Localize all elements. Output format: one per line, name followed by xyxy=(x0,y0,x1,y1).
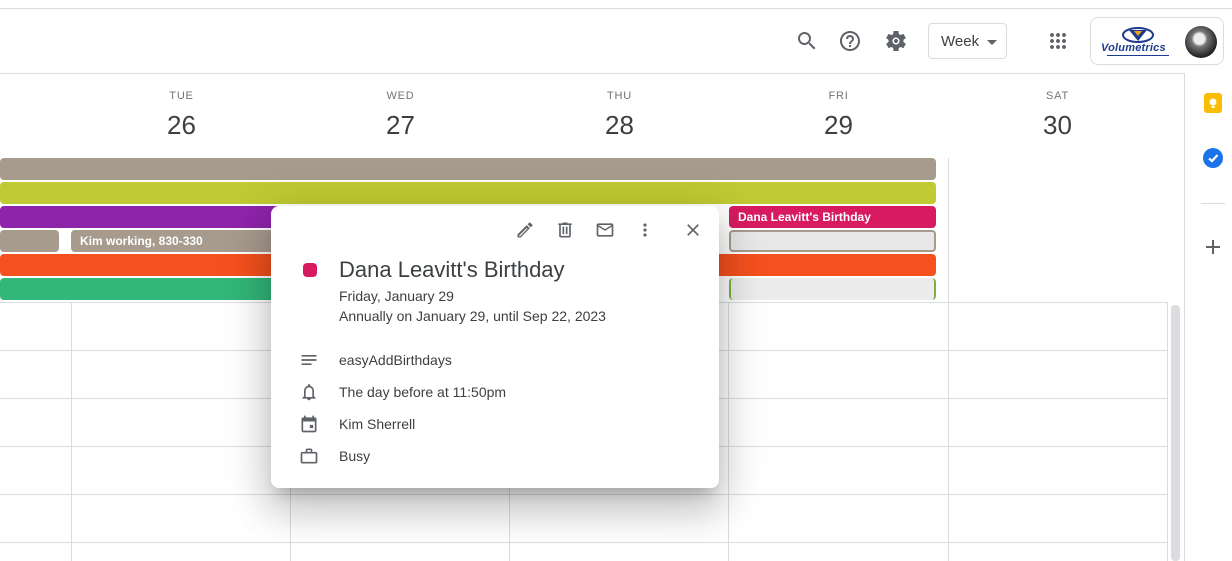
view-select-label: Week xyxy=(941,32,980,50)
more-options-button[interactable] xyxy=(631,216,659,244)
event-recurrence: Annually on January 29, until Sep 22, 20… xyxy=(339,308,606,324)
day-number[interactable]: 30 xyxy=(948,110,1167,141)
all-day-event-outlined[interactable] xyxy=(729,230,936,252)
event-calendar-owner: Kim Sherrell xyxy=(339,416,416,432)
all-day-event[interactable] xyxy=(0,182,936,204)
help-icon xyxy=(840,31,860,51)
header-divider xyxy=(0,73,1184,74)
side-panel-divider xyxy=(1184,73,1185,561)
keep-icon xyxy=(1204,93,1222,113)
event-color-swatch xyxy=(303,263,317,277)
pencil-icon xyxy=(517,222,533,238)
day-column-divider xyxy=(71,302,72,561)
close-icon xyxy=(687,224,699,236)
delete-event-button[interactable] xyxy=(551,216,579,244)
side-panel-separator xyxy=(1201,203,1225,204)
add-addon-button[interactable] xyxy=(1203,237,1223,257)
day-name: WED xyxy=(386,90,415,102)
day-column-divider xyxy=(728,302,729,561)
all-day-event[interactable] xyxy=(0,278,290,300)
edit-event-button[interactable] xyxy=(511,216,539,244)
search-icon xyxy=(798,32,816,50)
description-icon xyxy=(299,350,319,370)
day-header-sat[interactable]: SAT 30 xyxy=(948,90,1167,141)
search-button[interactable] xyxy=(787,21,827,61)
help-button[interactable] xyxy=(830,21,870,61)
day-header-fri[interactable]: FRI 29 xyxy=(729,90,948,141)
day-header-wed[interactable]: WED 27 xyxy=(291,90,510,141)
event-details-popup: Dana Leavitt's Birthday Friday, January … xyxy=(271,206,719,488)
day-number[interactable]: 29 xyxy=(729,110,948,141)
settings-icon xyxy=(886,30,906,51)
birthday-event[interactable]: Dana Leavitt's Birthday xyxy=(729,206,936,228)
event-title: Dana Leavitt's Birthday xyxy=(738,210,871,224)
day-name: TUE xyxy=(169,90,194,102)
settings-button[interactable] xyxy=(876,21,916,61)
logo-text: Volumetrics xyxy=(1101,42,1166,54)
day-name: SAT xyxy=(1046,90,1069,102)
day-column-divider xyxy=(1167,302,1168,561)
tasks-icon xyxy=(1203,148,1223,168)
day-number[interactable]: 28 xyxy=(510,110,729,141)
apps-grid-icon xyxy=(1050,33,1066,49)
event-title: Kim working, 830-330 xyxy=(80,234,203,248)
keep-button[interactable] xyxy=(1203,93,1223,113)
apps-button[interactable] xyxy=(1038,21,1078,61)
day-name: THU xyxy=(606,90,632,102)
event-date: Friday, January 29 xyxy=(339,288,454,304)
mail-icon xyxy=(596,223,614,237)
all-day-event-outlined[interactable] xyxy=(729,278,936,300)
all-day-event[interactable] xyxy=(0,206,290,228)
day-header-tue[interactable]: TUE 26 xyxy=(72,90,291,141)
event-description: easyAddBirthdays xyxy=(339,352,452,368)
briefcase-icon xyxy=(299,446,319,466)
account-switcher[interactable]: Volumetrics xyxy=(1090,17,1224,65)
all-day-event[interactable] xyxy=(0,158,936,180)
avatar[interactable] xyxy=(1185,26,1217,58)
plus-icon xyxy=(1206,240,1220,254)
calendar-icon xyxy=(299,414,319,434)
close-popup-button[interactable] xyxy=(679,216,707,244)
more-vertical-icon xyxy=(643,223,647,237)
tasks-button[interactable] xyxy=(1203,148,1223,168)
event-title: Dana Leavitt's Birthday xyxy=(339,257,565,282)
kim-working-event[interactable]: Kim working, 830-330 xyxy=(71,230,281,252)
bell-icon xyxy=(299,382,319,402)
day-number[interactable]: 26 xyxy=(72,110,291,141)
top-divider xyxy=(0,8,1232,9)
day-header-thu[interactable]: THU 28 xyxy=(510,90,729,141)
day-name: FRI xyxy=(828,90,849,102)
organization-logo: Volumetrics xyxy=(1099,25,1177,59)
scrollbar[interactable] xyxy=(1171,305,1180,561)
day-column-divider xyxy=(948,158,949,561)
chevron-down-icon xyxy=(987,40,997,45)
hour-divider xyxy=(0,542,1168,543)
all-day-event[interactable] xyxy=(0,230,59,252)
email-guests-button[interactable] xyxy=(591,216,619,244)
event-reminder: The day before at 11:50pm xyxy=(339,384,507,400)
day-number[interactable]: 27 xyxy=(291,110,510,141)
view-select-dropdown[interactable]: Week xyxy=(928,23,1007,59)
trash-icon xyxy=(558,222,572,238)
hour-divider xyxy=(0,494,1168,495)
event-availability: Busy xyxy=(339,448,371,464)
